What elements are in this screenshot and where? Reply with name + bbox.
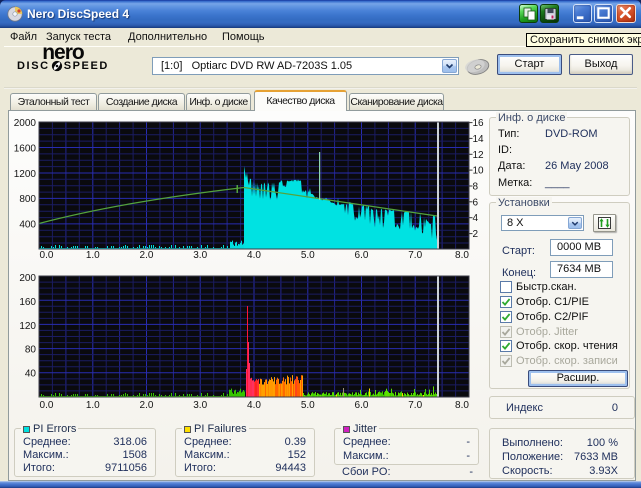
svg-text:3.0: 3.0 [193, 250, 207, 261]
svg-text:3.0: 3.0 [193, 400, 207, 411]
svg-text:80: 80 [25, 345, 37, 356]
svg-text:1.0: 1.0 [86, 400, 100, 411]
svg-text:12: 12 [473, 150, 485, 161]
svg-text:6: 6 [473, 197, 479, 208]
svg-text:6.0: 6.0 [355, 400, 369, 411]
svg-text:8.0: 8.0 [455, 400, 469, 411]
svg-text:1600: 1600 [14, 143, 37, 154]
svg-text:2.0: 2.0 [140, 250, 154, 261]
svg-text:5.0: 5.0 [301, 400, 315, 411]
svg-text:2: 2 [473, 229, 479, 240]
svg-text:7.0: 7.0 [408, 400, 422, 411]
svg-text:8: 8 [473, 182, 479, 193]
svg-text:1200: 1200 [14, 169, 37, 180]
svg-text:4.0: 4.0 [247, 400, 261, 411]
svg-text:5.0: 5.0 [301, 250, 315, 261]
svg-text:0.0: 0.0 [40, 400, 54, 411]
svg-text:2000: 2000 [14, 118, 37, 129]
svg-text:4: 4 [473, 213, 479, 224]
svg-text:16: 16 [473, 118, 485, 129]
svg-text:120: 120 [19, 321, 36, 332]
svg-text:0.0: 0.0 [40, 250, 54, 261]
svg-text:1.0: 1.0 [86, 250, 100, 261]
svg-text:10: 10 [473, 166, 485, 177]
svg-text:4.0: 4.0 [247, 250, 261, 261]
svg-text:7.0: 7.0 [408, 250, 422, 261]
svg-text:40: 40 [25, 369, 37, 380]
svg-text:200: 200 [19, 273, 36, 284]
svg-text:160: 160 [19, 297, 36, 308]
svg-text:800: 800 [19, 194, 36, 205]
svg-text:6.0: 6.0 [355, 250, 369, 261]
svg-text:400: 400 [19, 220, 36, 231]
svg-text:2.0: 2.0 [140, 400, 154, 411]
svg-text:8.0: 8.0 [455, 250, 469, 261]
svg-text:14: 14 [473, 134, 485, 145]
